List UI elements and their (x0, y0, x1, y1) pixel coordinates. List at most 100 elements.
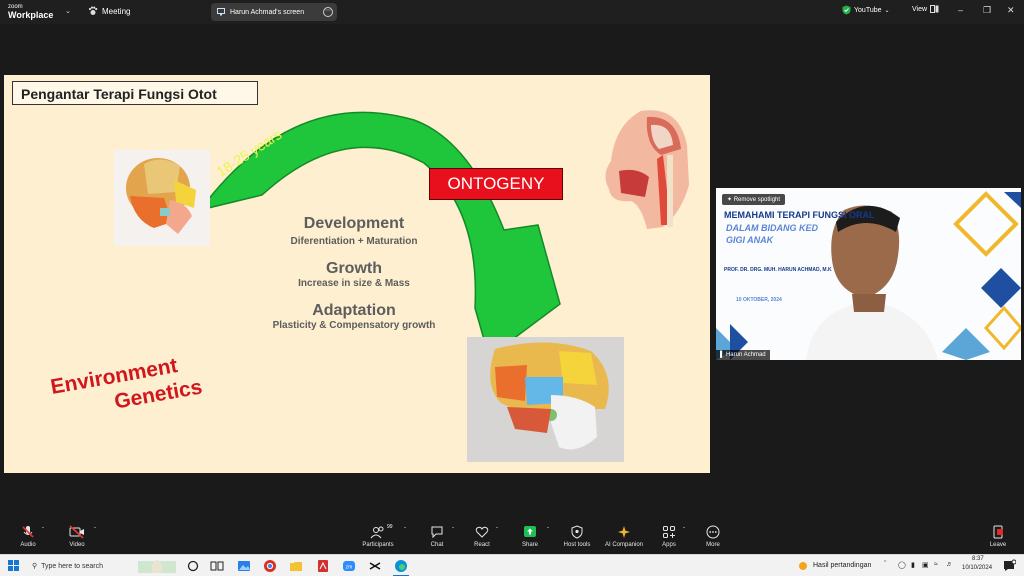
windows-start-icon[interactable] (8, 560, 19, 571)
participant-name: Harun Achmad (725, 352, 766, 358)
photos-icon[interactable] (237, 559, 251, 573)
pdf-reader-icon[interactable] (316, 559, 330, 573)
pin-icon: ✦ (727, 197, 733, 203)
ai-companion-label: AI Companion (604, 542, 644, 548)
ontogeny-label: ONTOGENY (429, 168, 563, 200)
windows-taskbar: ⚲ Type here to search zm Hasil pertandin… (0, 554, 1024, 576)
chevron-up-icon[interactable]: ˆ (404, 528, 406, 534)
share-label: Share (521, 542, 538, 548)
restore-icon[interactable]: ❐ (983, 5, 991, 16)
meeting-toolbar: Audio ˆ Video ˆ 99 Participants ˆ Chat ˆ… (0, 522, 1024, 554)
chevron-up-icon[interactable]: ˆ (496, 528, 498, 534)
participants-count: 99 (387, 524, 393, 530)
signal-bars-icon: ▌ (720, 352, 725, 358)
screen-share-icon (217, 8, 225, 16)
zoom-app-icon[interactable]: zm (342, 559, 356, 573)
stage-sub-growth: Increase in size & Mass (298, 278, 410, 289)
edge-icon[interactable] (394, 559, 408, 573)
camera-tray-icon[interactable]: ◯ (898, 561, 906, 569)
head-crosssection-image (605, 110, 689, 229)
svg-text:zm: zm (346, 565, 353, 571)
apps-icon (663, 526, 675, 538)
more-icon (706, 525, 720, 539)
video-slide-date: 10 OKTOBER, 2024 (736, 297, 782, 303)
view-menu[interactable]: View (912, 5, 939, 13)
news-weather-icon[interactable] (796, 559, 810, 573)
close-icon[interactable]: ✕ (1007, 5, 1015, 16)
share-screen-icon (524, 526, 536, 537)
video-label: Video (69, 542, 85, 548)
view-label: View (912, 5, 928, 13)
more-options-icon[interactable]: ⋯ (323, 7, 333, 17)
microphone-muted-icon (22, 526, 34, 538)
infant-skull-image (114, 150, 210, 246)
chevron-up-icon[interactable]: ˆ (94, 528, 96, 534)
video-slide-sub2: GIGI ANAK (726, 235, 774, 245)
video-slide-presenter: PROF. DR. DRG. MUH. HARUN ACHMAD, M.K (724, 267, 832, 273)
chat-icon (431, 526, 443, 539)
spotlight-video[interactable]: ✦ Remove spotlight MEMAHAMI TERAPI FUNGS… (716, 188, 1021, 360)
leave-icon (993, 525, 1003, 539)
video-button[interactable]: Video (47, 525, 107, 548)
audio-label: Audio (20, 542, 36, 548)
adult-skull-image (467, 337, 624, 462)
clock-time[interactable]: 8:37 (972, 556, 984, 562)
wifi-icon[interactable]: ≈ (934, 561, 938, 568)
task-view-icon[interactable] (210, 559, 224, 573)
chat-label: Chat (430, 542, 444, 548)
shield-icon (571, 525, 583, 539)
react-label: React (474, 542, 490, 548)
meeting-label: Meeting (102, 6, 131, 16)
chrome-icon[interactable] (263, 559, 277, 573)
share-label: Harun Achmad's screen (230, 8, 305, 16)
more-label: More (706, 542, 720, 548)
news-ticker[interactable]: Hasil pertandingan (813, 562, 871, 569)
search-placeholder: Type here to search (41, 562, 104, 570)
remove-spotlight-button[interactable]: ✦ Remove spotlight (722, 194, 786, 205)
logo-line2: Workplace (8, 10, 54, 20)
clock-date[interactable]: 10/10/2024 (962, 565, 992, 571)
chevron-down-icon: ⌄ (884, 7, 890, 14)
video-slide-title: MEMAHAMI TERAPI FUNGSI ORAL (724, 210, 875, 220)
more-button[interactable]: More (683, 525, 743, 548)
leave-label: Leave (989, 542, 1007, 548)
stage-heading-development: Development (303, 215, 405, 232)
meeting-menu[interactable]: Meeting (88, 6, 130, 16)
chevron-up-icon[interactable]: ˆ (42, 528, 44, 534)
search-highlight-icon[interactable] (138, 559, 176, 573)
shared-slide: Pengantar Terapi Fungsi Otot 18-25 years… (4, 75, 710, 473)
host-tools-label: Host tools (563, 542, 591, 548)
stage-sub-adaptation: Plasticity & Compensatory growth (272, 320, 436, 331)
leave-button[interactable]: Leave (968, 525, 1024, 548)
view-grid-icon (930, 5, 939, 13)
apps-label: Apps (662, 542, 676, 548)
sparkle-icon (618, 526, 630, 538)
microphone-tray-icon[interactable]: ▮ (911, 561, 915, 569)
zoom-window: zoom Workplace ⌄ Meeting Harun Achmad's … (0, 0, 1024, 576)
stage-heading-adaptation: Adaptation (312, 302, 396, 319)
participants-label: Participants (362, 542, 394, 548)
cortana-icon[interactable] (186, 559, 200, 573)
notifications-icon[interactable] (1002, 559, 1016, 573)
youtube-label: YouTube (854, 6, 882, 14)
top-bar: zoom Workplace ⌄ Meeting Harun Achmad's … (0, 0, 1024, 24)
minimize-icon[interactable]: – (958, 5, 963, 15)
file-explorer-icon[interactable] (289, 559, 303, 573)
chevron-down-icon[interactable]: ⌄ (65, 7, 71, 15)
capcut-icon[interactable] (368, 559, 382, 573)
camera-off-icon (69, 525, 84, 539)
taskbar-search[interactable]: ⚲ Type here to search (28, 558, 128, 574)
paw-icon (88, 6, 98, 15)
slide-title: Pengantar Terapi Fungsi Otot (12, 81, 258, 105)
volume-icon[interactable]: ♬ (946, 561, 953, 568)
participants-button[interactable]: 99 Participants (348, 524, 408, 548)
video-slide-sub1: DALAM BIDANG KED (726, 223, 818, 233)
zoom-logo: zoom Workplace (8, 3, 54, 20)
youtube-stream[interactable]: YouTube ⌄ (842, 5, 890, 15)
show-hidden-icons-icon[interactable]: ˆ (884, 561, 886, 568)
stage-sub-development: Diferentiation + Maturation (290, 236, 418, 247)
display-tray-icon[interactable]: ▣ (922, 561, 929, 569)
screen-share-pill[interactable]: Harun Achmad's screen ⋯ (211, 3, 337, 21)
remove-spotlight-label: Remove spotlight (733, 197, 781, 203)
stage-heading-growth: Growth (326, 260, 382, 277)
